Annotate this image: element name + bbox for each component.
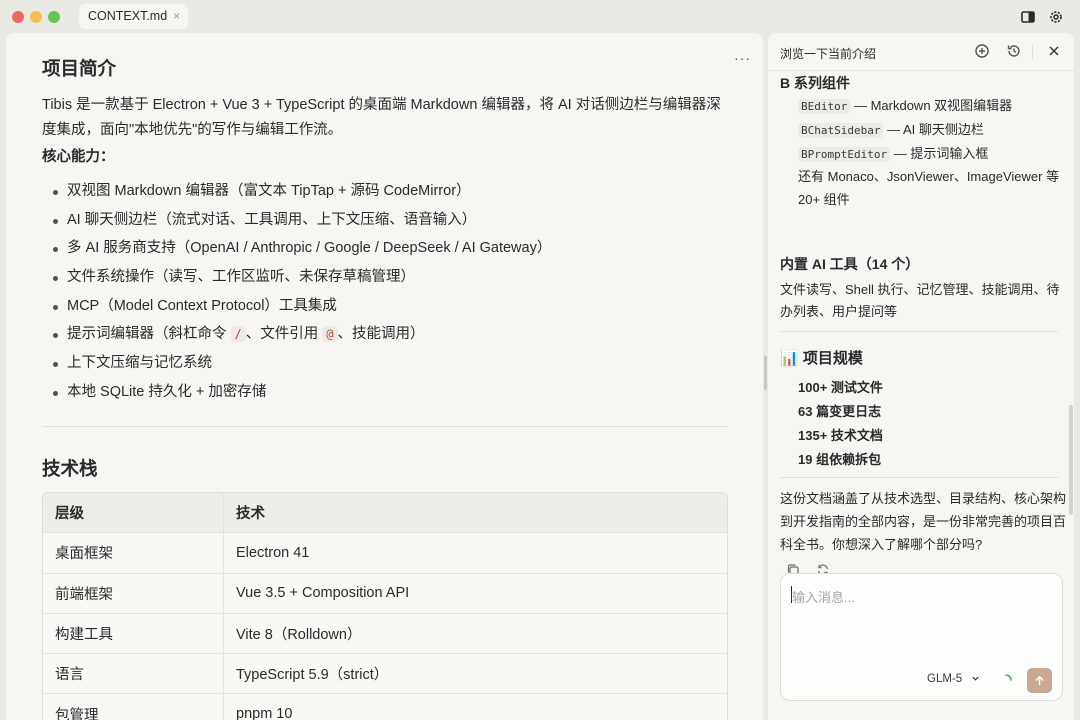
- list-item: 本地 SQLite 持久化 + 加密存储: [42, 378, 551, 407]
- paragraph-text: 文件读写、Shell 执行、记忆管理、技能调用、待: [780, 282, 1060, 297]
- table-cell: TypeScript 5.9（strict）: [224, 654, 727, 695]
- toolbar-separator: [1032, 45, 1033, 59]
- column-header: 技术: [224, 493, 727, 534]
- table-cell: Vue 3.5 + Composition API: [224, 573, 727, 614]
- table-row: 包管理 pnpm 10: [43, 694, 727, 720]
- scrollbar[interactable]: [1069, 405, 1073, 515]
- table-cell: 桌面框架: [43, 533, 224, 574]
- list-item-text: 、技能调用）: [337, 326, 425, 343]
- list-item: 100+ 测试文件: [798, 380, 883, 395]
- more-options-icon[interactable]: ···: [734, 50, 751, 66]
- list-item: BPromptEditor — 提示词输入框: [798, 142, 988, 166]
- divider: [780, 477, 1058, 478]
- tab-title: CONTEXT.md: [88, 9, 168, 23]
- list-item: 上下文压缩与记忆系统: [42, 349, 551, 378]
- table-cell: Electron 41: [224, 533, 727, 574]
- core-capabilities-label: 核心能力：: [42, 149, 115, 165]
- table-cell: 构建工具: [43, 613, 224, 655]
- table-cell: Vite 8（Rolldown）: [224, 613, 727, 655]
- history-icon[interactable]: [1006, 43, 1022, 59]
- table-row: 前端框架 Vue 3.5 + Composition API: [43, 573, 727, 614]
- inline-code-at: @: [322, 326, 338, 343]
- list-item: 63 篇变更日志: [798, 404, 882, 419]
- add-icon[interactable]: [974, 43, 990, 59]
- list-item-text: 20+ 组件: [798, 192, 850, 207]
- list-item-text: — 提示词输入框: [890, 146, 989, 161]
- table-row: 构建工具 Vite 8（Rolldown）: [43, 613, 727, 655]
- close-icon[interactable]: [1046, 43, 1062, 59]
- zoom-window-button[interactable]: [48, 11, 60, 23]
- column-header: 层级: [43, 493, 224, 534]
- arrow-up-icon: [1035, 675, 1044, 686]
- list-item: BChatSidebar — AI 聊天侧边栏: [798, 118, 984, 142]
- inline-code-slash: /: [230, 326, 246, 343]
- list-item: 双视图 Markdown 编辑器（富文本 TipTap + 源码 CodeMir…: [42, 177, 551, 206]
- message-input-box[interactable]: 输入消息... GLM-5: [780, 573, 1063, 701]
- table-cell: 包管理: [43, 694, 224, 720]
- list-item: 多 AI 服务商支持（OpenAI / Anthropic / Google /…: [42, 234, 551, 263]
- gear-icon[interactable]: [1048, 9, 1064, 25]
- tech-stack-table: 层级 技术 桌面框架 Electron 41 前端框架 Vue 3.5 + Co…: [42, 492, 728, 720]
- list-item: 文件系统操作（读写、工作区监听、未保存草稿管理）: [42, 263, 551, 292]
- table-cell: pnpm 10: [224, 694, 727, 720]
- list-item-text: 还有 Monaco、JsonViewer、ImageViewer 等: [798, 169, 1060, 184]
- send-button[interactable]: [1027, 668, 1052, 693]
- list-item: 提示词编辑器（斜杠命令 / 、文件引用 @ 、技能调用）: [42, 320, 551, 349]
- model-name: GLM-5: [927, 673, 963, 685]
- editor-pane[interactable]: ··· 项目简介 Tibis 是一款基于 Electron + Vue 3 + …: [6, 33, 763, 720]
- chat-title: 浏览一下当前介绍: [780, 47, 877, 61]
- heading-tech-stack: 技术栈: [42, 458, 98, 479]
- divider: [780, 331, 1058, 332]
- list-item-text: 提示词编辑器（斜杠命令: [67, 326, 231, 343]
- summary-text: 科全书。你想深入了解哪个部分吗?: [780, 537, 983, 552]
- table-cell: 前端框架: [43, 573, 224, 614]
- heading-intro: 项目简介: [42, 58, 117, 79]
- model-selector[interactable]: GLM-5: [927, 673, 980, 685]
- paragraph-text: 办列表、用户提问等: [780, 304, 898, 319]
- loading-spinner-icon: [1005, 674, 1012, 681]
- chevron-down-icon: [972, 677, 979, 682]
- divider: [42, 426, 728, 427]
- list-item: BEditor — Markdown 双视图编辑器: [798, 94, 1012, 118]
- heading-tools: 内置 AI 工具（14 个）: [780, 256, 920, 272]
- sidebar-icon[interactable]: [1020, 9, 1036, 25]
- summary-text: 这份文档涵盖了从技术选型、目录结构、核心架构: [780, 491, 1067, 506]
- list-item-text: — Markdown 双视图编辑器: [850, 98, 1013, 113]
- summary-text: 到开发指南的全部内容，是一份非常完善的项目百: [780, 514, 1067, 529]
- chat-sidebar: 浏览一下当前介绍 B 系列组件 BEditor — Markdown 双视图编辑…: [768, 33, 1074, 720]
- heading-scale: 📊 项目规模: [780, 350, 863, 367]
- tab-context-md[interactable]: CONTEXT.md ×: [79, 4, 188, 29]
- table-header-row: 层级 技术: [43, 493, 727, 534]
- message-input-placeholder: 输入消息...: [792, 590, 855, 605]
- list-item: MCP（Model Context Protocol）工具集成: [42, 292, 551, 321]
- minimize-window-button[interactable]: [30, 11, 42, 23]
- list-item-text: 、文件引用: [245, 326, 323, 343]
- inline-code: BEditor: [798, 99, 851, 114]
- intro-paragraph: Tibis 是一款基于 Electron + Vue 3 + TypeScrip…: [42, 97, 721, 138]
- list-item: AI 聊天侧边栏（流式对话、工具调用、上下文压缩、语音输入）: [42, 206, 551, 235]
- title-bar: CONTEXT.md ×: [0, 0, 1080, 33]
- feature-list: 双视图 Markdown 编辑器（富文本 TipTap + 源码 CodeMir…: [42, 177, 551, 407]
- pane-resize-handle[interactable]: [764, 356, 767, 390]
- table-cell: 语言: [43, 654, 224, 695]
- inline-code: BChatSidebar: [798, 123, 884, 138]
- list-item-text: — AI 聊天侧边栏: [883, 122, 984, 137]
- list-item: 19 组依赖拆包: [798, 452, 882, 467]
- chat-header-divider: [768, 70, 1074, 71]
- table-row: 桌面框架 Electron 41: [43, 533, 727, 574]
- heading-components: B 系列组件: [780, 75, 850, 91]
- inline-code: BPromptEditor: [798, 147, 891, 162]
- list-item: 135+ 技术文档: [798, 428, 883, 443]
- tab-close-icon[interactable]: ×: [173, 4, 180, 29]
- table-row: 语言 TypeScript 5.9（strict）: [43, 654, 727, 695]
- close-window-button[interactable]: [12, 11, 24, 23]
